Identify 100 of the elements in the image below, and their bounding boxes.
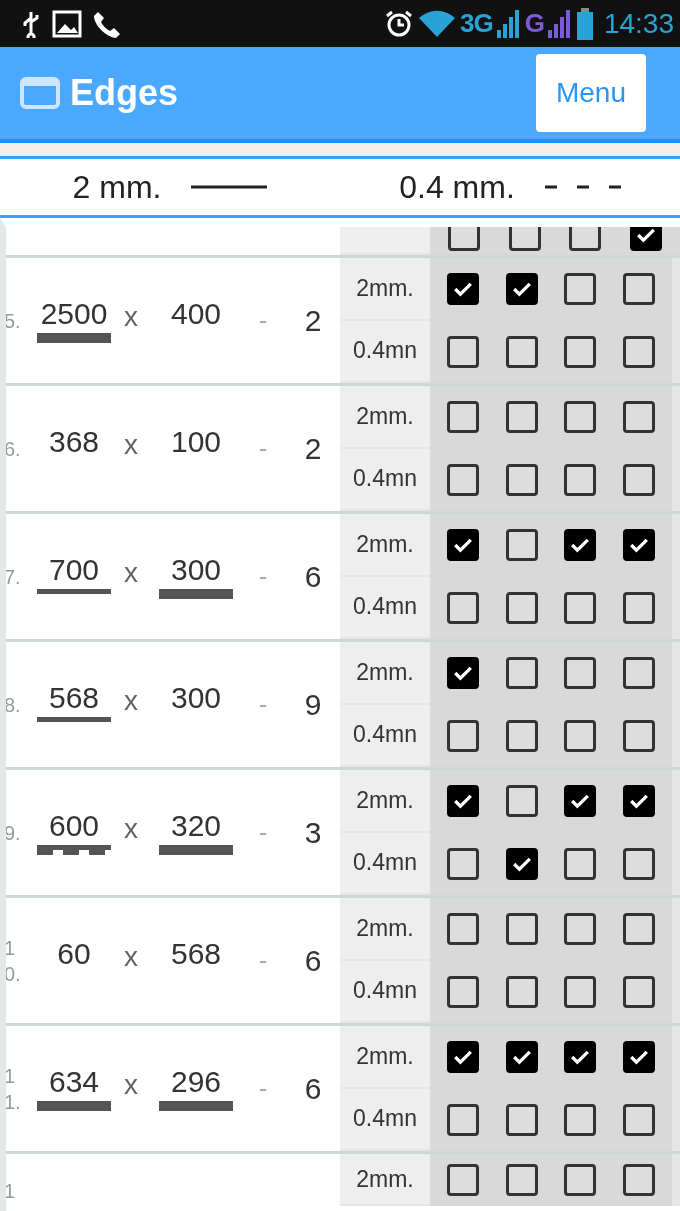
checkbox[interactable] bbox=[622, 463, 655, 496]
checkbox[interactable] bbox=[505, 273, 538, 306]
signal-icon bbox=[496, 9, 521, 38]
checkbox[interactable] bbox=[622, 1164, 655, 1196]
alarm-clock-icon bbox=[384, 8, 414, 39]
checkbox[interactable] bbox=[447, 847, 480, 880]
checkbox[interactable] bbox=[564, 463, 597, 496]
checkbox[interactable] bbox=[622, 1041, 655, 1074]
checkbox[interactable] bbox=[629, 227, 662, 251]
checkbox[interactable] bbox=[505, 335, 538, 368]
width-value: 296 bbox=[170, 1064, 222, 1099]
network-type-label: G bbox=[524, 8, 544, 39]
length-value: 368 bbox=[48, 424, 100, 459]
checkbox[interactable] bbox=[569, 227, 602, 251]
checkbox[interactable] bbox=[622, 1103, 655, 1136]
quantity-value: 6 bbox=[303, 559, 323, 594]
checkbox[interactable] bbox=[622, 529, 655, 562]
checkbox[interactable] bbox=[564, 847, 597, 880]
checkbox[interactable] bbox=[447, 1164, 480, 1196]
checkbox[interactable] bbox=[447, 913, 480, 946]
checkbox[interactable] bbox=[564, 335, 597, 368]
row-number: 11. bbox=[6, 1063, 22, 1115]
width-value: 300 bbox=[170, 552, 222, 587]
checkbox[interactable] bbox=[564, 657, 597, 690]
checkbox[interactable] bbox=[622, 401, 655, 434]
checkbox[interactable] bbox=[505, 401, 538, 434]
checkbox[interactable] bbox=[448, 227, 481, 251]
checkbox[interactable] bbox=[447, 719, 480, 752]
checkbox[interactable] bbox=[564, 1164, 597, 1196]
checkbox[interactable] bbox=[505, 785, 538, 818]
checkbox[interactable] bbox=[447, 463, 480, 496]
checkbox[interactable] bbox=[505, 529, 538, 562]
checkbox[interactable] bbox=[505, 591, 538, 624]
edge-thickness-label: 2mm. bbox=[340, 258, 430, 321]
checkbox[interactable] bbox=[622, 657, 655, 690]
edge-thickness-label: 0.4mn bbox=[340, 320, 430, 383]
checkbox[interactable] bbox=[447, 335, 480, 368]
edge-thickness-label: 0.4mn bbox=[340, 832, 430, 895]
checkbox[interactable] bbox=[564, 401, 597, 434]
checkbox[interactable] bbox=[505, 1041, 538, 1074]
checkbox[interactable] bbox=[447, 785, 480, 818]
checkbox[interactable] bbox=[564, 913, 597, 946]
quantity-value: 9 bbox=[303, 687, 323, 722]
quantity-value: 6 bbox=[303, 1071, 323, 1106]
checkbox[interactable] bbox=[505, 1164, 538, 1196]
checkbox[interactable] bbox=[447, 273, 480, 306]
checkbox[interactable] bbox=[564, 1041, 597, 1074]
checkbox[interactable] bbox=[447, 401, 480, 434]
dash-separator: - bbox=[257, 1073, 269, 1104]
length-value: 600 bbox=[48, 808, 100, 843]
checkbox[interactable] bbox=[505, 975, 538, 1008]
checkbox[interactable] bbox=[564, 1103, 597, 1136]
edge-thickness-label: 0.4mn bbox=[340, 704, 430, 767]
dash-separator: - bbox=[257, 561, 269, 592]
dashed-line-icon bbox=[544, 185, 621, 189]
checkbox[interactable] bbox=[622, 913, 655, 946]
edge-thickness-label: 2mm. bbox=[340, 898, 430, 961]
checkbox[interactable] bbox=[564, 529, 597, 562]
length-value: 634 bbox=[48, 1064, 100, 1099]
checkbox[interactable] bbox=[505, 463, 538, 496]
checkbox[interactable] bbox=[622, 785, 655, 818]
checkbox[interactable] bbox=[505, 1103, 538, 1136]
edge-thickness-label: 2mm. bbox=[340, 386, 430, 449]
edge-thickness-label: 2mm. bbox=[340, 1026, 430, 1089]
checkbox[interactable] bbox=[447, 657, 480, 690]
checkbox[interactable] bbox=[447, 1103, 480, 1136]
checkbox[interactable] bbox=[505, 657, 538, 690]
checkbox[interactable] bbox=[622, 273, 655, 306]
width-value: 400 bbox=[170, 296, 222, 331]
length-value: 568 bbox=[48, 680, 100, 715]
times-sign: x bbox=[123, 812, 139, 845]
wifi-icon bbox=[418, 8, 456, 39]
checkbox[interactable] bbox=[508, 227, 541, 251]
width-value: 568 bbox=[170, 936, 222, 971]
checkbox[interactable] bbox=[622, 335, 655, 368]
edge-thickness-label: 2mm. bbox=[340, 1154, 430, 1206]
checkbox[interactable] bbox=[564, 273, 597, 306]
checkbox[interactable] bbox=[564, 719, 597, 752]
checkbox[interactable] bbox=[505, 847, 538, 880]
checkbox[interactable] bbox=[622, 847, 655, 880]
checkbox[interactable] bbox=[622, 591, 655, 624]
checkbox[interactable] bbox=[564, 785, 597, 818]
checkbox[interactable] bbox=[564, 975, 597, 1008]
image-icon bbox=[52, 9, 82, 38]
checkbox[interactable] bbox=[447, 529, 480, 562]
app-icon bbox=[20, 77, 60, 109]
checkbox[interactable] bbox=[505, 719, 538, 752]
checkbox[interactable] bbox=[447, 591, 480, 624]
checkbox[interactable] bbox=[447, 975, 480, 1008]
dash-separator: - bbox=[257, 433, 269, 464]
checkbox[interactable] bbox=[622, 975, 655, 1008]
times-sign: x bbox=[123, 940, 139, 973]
menu-button[interactable]: Menu bbox=[536, 54, 646, 132]
checkbox[interactable] bbox=[447, 1041, 480, 1074]
edge-thickness-label: 0.4mn bbox=[340, 960, 430, 1023]
checkbox[interactable] bbox=[505, 913, 538, 946]
width-value: 320 bbox=[170, 808, 222, 843]
app-title: Edges bbox=[70, 72, 180, 114]
checkbox[interactable] bbox=[564, 591, 597, 624]
checkbox[interactable] bbox=[622, 719, 655, 752]
